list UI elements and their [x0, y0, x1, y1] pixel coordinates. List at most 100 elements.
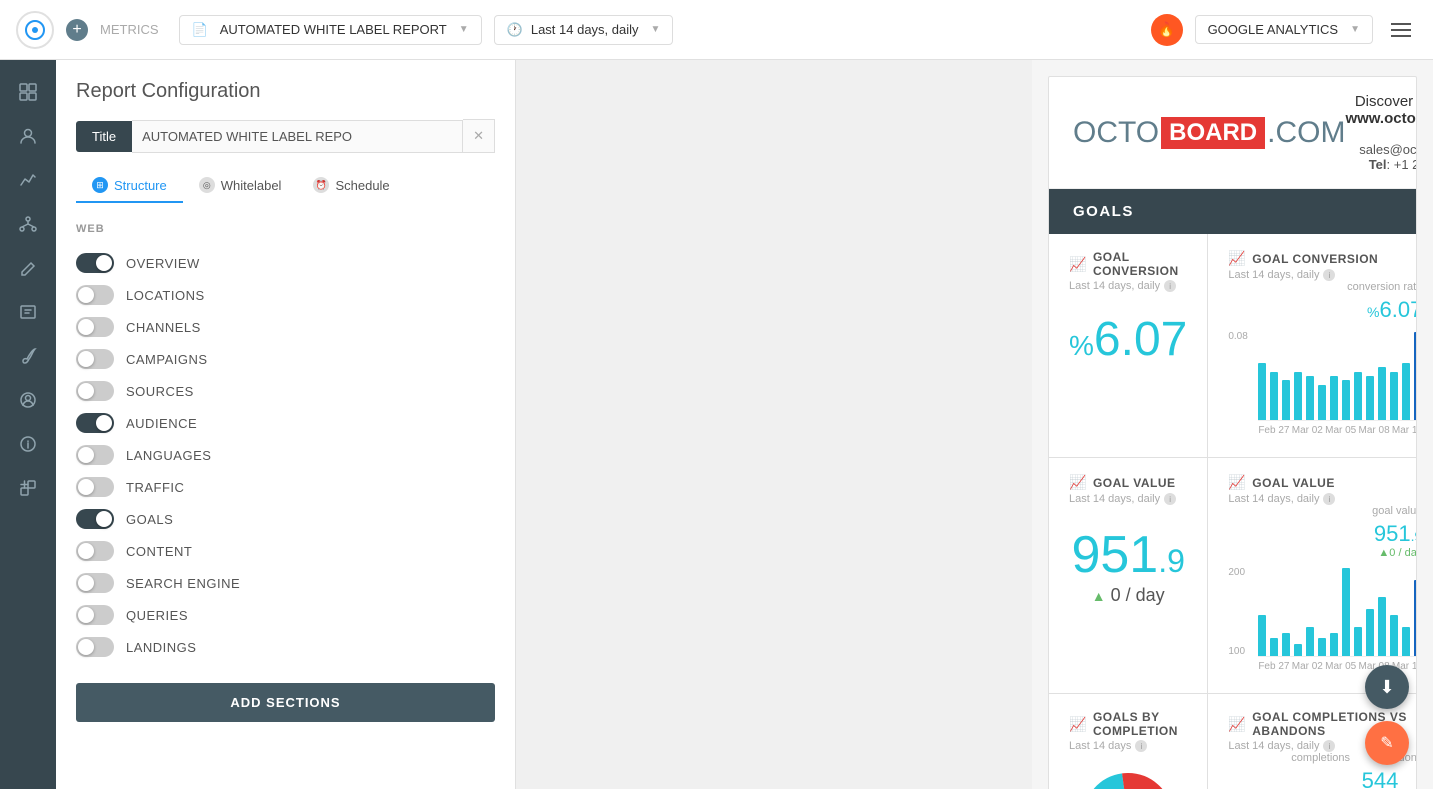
goal-value-label-right: goal value — [1228, 505, 1417, 517]
toggle-channels[interactable] — [76, 317, 114, 337]
add-button[interactable]: + — [66, 19, 88, 41]
chart-title-goal-value-right: 📈 GOAL VALUE — [1228, 474, 1417, 491]
tab-structure-label: Structure — [114, 178, 167, 193]
toggle-label-search-engine: SEARCH ENGINE — [126, 576, 240, 591]
sidebar-icon-dashboard[interactable] — [8, 72, 48, 112]
bars-goal-value — [1258, 567, 1417, 657]
chart-goal-conversion-left: 📈 GOAL CONVERSION Last 14 days, daily i … — [1049, 234, 1207, 457]
x-label-gv-1: Feb 27 — [1258, 661, 1289, 672]
toggle-row-audience: AUDIENCE — [76, 407, 495, 439]
sidebar-icon-info[interactable] — [8, 424, 48, 464]
toggle-queries[interactable] — [76, 605, 114, 625]
tab-whitelabel[interactable]: ◎ Whitelabel — [183, 169, 298, 203]
toggle-row-overview: OVERVIEW — [76, 247, 495, 279]
chart-goal-value-left: 📈 GOAL VALUE Last 14 days, daily i 951.9… — [1049, 458, 1207, 693]
toggle-sources[interactable] — [76, 381, 114, 401]
toggle-overview[interactable] — [76, 253, 114, 273]
toggle-languages[interactable] — [76, 445, 114, 465]
brand-octo: OCTO — [1073, 116, 1159, 150]
goals-by-completion-title: 📈 GOALS BY COMPLETION — [1069, 710, 1187, 738]
title-clear-button[interactable]: ✕ — [463, 119, 495, 153]
goal-value-day: ▲ 0 / day — [1069, 585, 1187, 606]
toggle-label-queries: QUERIES — [126, 608, 188, 623]
brand-board: BOARD — [1161, 117, 1265, 149]
bar-7 — [1342, 568, 1350, 656]
completions-info-dot: i — [1323, 740, 1335, 752]
toggle-label-languages: LANGUAGES — [126, 448, 211, 463]
bar-8 — [1354, 372, 1362, 420]
report-selector[interactable]: 📄 AUTOMATED WHITE LABEL REPORT ▼ — [179, 15, 482, 45]
bar-13 — [1414, 332, 1417, 420]
add-sections-button[interactable]: ADD SECTIONS — [76, 683, 495, 722]
goal-value-title-left: GOAL VALUE — [1093, 476, 1176, 490]
completions-value: 544 — [1362, 768, 1399, 789]
toggle-row-channels: CHANNELS — [76, 311, 495, 343]
toggle-campaigns[interactable] — [76, 349, 114, 369]
toggle-label-locations: LOCATIONS — [126, 288, 205, 303]
bar-11 — [1390, 615, 1398, 656]
analytics-selector[interactable]: GOOGLE ANALYTICS ▼ — [1195, 15, 1373, 44]
toggle-landings[interactable] — [76, 637, 114, 657]
goal-conversion-value: %6.07 — [1069, 313, 1187, 366]
toggle-row-sources: SOURCES — [76, 375, 495, 407]
sidebar-icon-editor[interactable] — [8, 248, 48, 288]
toggle-goals[interactable] — [76, 509, 114, 529]
completion-subtitle: Last 14 days i — [1069, 740, 1187, 752]
title-tab[interactable]: Title — [76, 121, 132, 152]
time-dropdown-arrow: ▼ — [651, 24, 661, 35]
toggle-row-content: CONTENT — [76, 535, 495, 567]
sidebar-icon-brush[interactable] — [8, 336, 48, 376]
tab-structure[interactable]: ⊞ Structure — [76, 169, 183, 203]
y-labels-goal-value: 200 100 — [1228, 567, 1245, 657]
web-section-label: WEB — [76, 223, 495, 235]
icon-sidebar — [0, 60, 56, 789]
toggle-content[interactable] — [76, 541, 114, 561]
fire-icon[interactable]: 🔥 — [1151, 14, 1183, 46]
tab-whitelabel-label: Whitelabel — [221, 178, 282, 193]
sidebar-icon-people[interactable] — [8, 116, 48, 156]
y-label-200: 200 — [1228, 567, 1245, 578]
edit-fab[interactable]: ✎ — [1365, 721, 1409, 765]
toggle-traffic[interactable] — [76, 477, 114, 497]
title-input[interactable] — [132, 120, 463, 153]
sidebar-icon-analytics[interactable] — [8, 160, 48, 200]
bars-conversion — [1258, 331, 1417, 421]
chart-title-text-right: GOAL CONVERSION — [1252, 252, 1378, 266]
app-logo[interactable] — [16, 11, 54, 49]
toggle-label-campaigns: CAMPAIGNS — [126, 352, 208, 367]
tab-schedule[interactable]: ⏰ Schedule — [297, 169, 405, 203]
bar-0 — [1258, 615, 1266, 656]
brand-contact: Email: sales@octoboard.com, Tel: +1 212-… — [1345, 127, 1417, 172]
sidebar-icon-plugins[interactable] — [8, 468, 48, 508]
completions-icon: 📈 — [1228, 716, 1246, 733]
bar-chart-conversion: 0.08 Feb 27 Mar 02 Mar 05 Mar 08 Mar 11 — [1228, 331, 1417, 441]
bar-5 — [1318, 385, 1326, 420]
info-dot-right: i — [1323, 269, 1335, 281]
brand-info: Discover Your Data - www.octoboard.com E… — [1345, 93, 1417, 172]
bar-4 — [1306, 627, 1314, 656]
bar-2 — [1282, 380, 1290, 420]
toggle-audience[interactable] — [76, 413, 114, 433]
conversion-rate-label: conversion rate — [1228, 281, 1417, 293]
bar-5 — [1318, 638, 1326, 656]
toggle-label-overview: OVERVIEW — [126, 256, 200, 271]
x-label-3: Mar 05 — [1325, 425, 1356, 436]
completions-label: completions — [1291, 752, 1350, 764]
chart-title-goal-conversion-left: 📈 GOAL CONVERSION — [1069, 250, 1187, 278]
chart-title-goal-value-left: 📈 GOAL VALUE — [1069, 474, 1187, 491]
hamburger-menu[interactable] — [1385, 17, 1417, 43]
sidebar-icon-tasks[interactable] — [8, 292, 48, 332]
sidebar-icon-connections[interactable] — [8, 204, 48, 244]
bar-11 — [1390, 372, 1398, 420]
toggle-locations[interactable] — [76, 285, 114, 305]
bar-12 — [1402, 363, 1410, 420]
chart-goals-by-completion: 📈 GOALS BY COMPLETION Last 14 days i — [1049, 694, 1207, 789]
download-fab[interactable]: ⬇ — [1365, 665, 1409, 709]
toggle-search-engine[interactable] — [76, 573, 114, 593]
toggle-label-audience: AUDIENCE — [126, 416, 197, 431]
sidebar-icon-profile[interactable] — [8, 380, 48, 420]
time-range-selector[interactable]: 🕐 Last 14 days, daily ▼ — [494, 15, 674, 45]
toggle-row-locations: LOCATIONS — [76, 279, 495, 311]
completion-info-dot: i — [1135, 740, 1147, 752]
charts-grid: 📈 GOAL CONVERSION Last 14 days, daily i … — [1049, 234, 1416, 789]
